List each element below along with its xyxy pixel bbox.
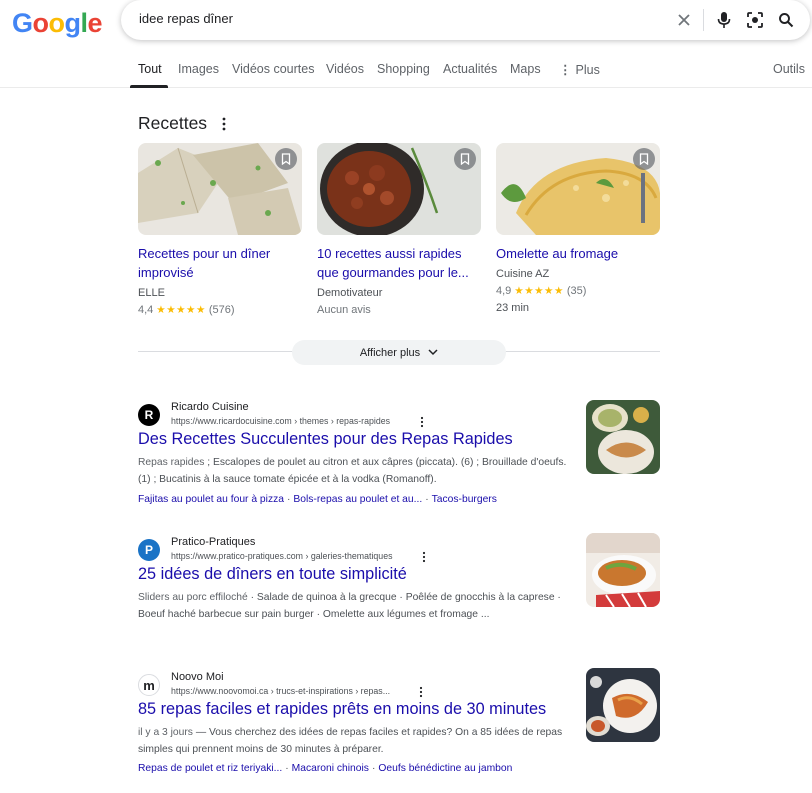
site-url[interactable]: https://www.pratico-pratiques.com › gale… <box>171 551 392 561</box>
more-vert-icon: ⋮ <box>559 63 572 77</box>
bookmark-icon[interactable] <box>275 148 297 170</box>
recipe-rating: 4,9 ★★★★★ (35) <box>496 285 660 297</box>
recipe-title[interactable]: Omelette au fromage <box>496 244 660 263</box>
lens-camera-icon[interactable] <box>743 8 767 32</box>
tab-outils[interactable]: Outils <box>773 62 805 76</box>
result-snippet: Repas rapides ; Escalopes de poulet au c… <box>138 454 570 488</box>
sitelink[interactable]: Oeufs bénédictine au jambon <box>378 763 512 774</box>
tab-maps[interactable]: Maps <box>510 62 541 76</box>
result-snippet: Sliders au porc effiloché · Salade de qu… <box>138 589 570 623</box>
rating-stars: ★★★★★ <box>514 285 564 297</box>
snippet-highlight: Sliders au porc effiloché <box>138 592 248 603</box>
show-more-label: Afficher plus <box>359 346 421 359</box>
snippet-highlight: il y a 3 jours <box>138 727 193 738</box>
sitelink[interactable]: Bols-repas au poulet et au... <box>293 494 422 505</box>
microphone-icon[interactable] <box>712 8 736 32</box>
site-url[interactable]: https://www.noovomoi.ca › trucs-et-inspi… <box>171 686 390 696</box>
recipe-image-omelette[interactable] <box>496 143 660 235</box>
site-name[interactable]: Noovo Moi <box>171 671 224 683</box>
more-options-icon[interactable] <box>418 415 426 428</box>
sitelink-separator: · <box>286 494 291 505</box>
recipe-source: Demotivateur <box>317 287 383 299</box>
recipes-heading: Recettes <box>138 113 208 133</box>
search-icon[interactable] <box>774 8 798 32</box>
favicon-letter: m <box>143 677 155 693</box>
result-thumbnail[interactable] <box>586 668 660 742</box>
result-title-link[interactable]: 25 idées de dîners en toute simplicité <box>138 565 407 584</box>
recipe-card[interactable]: 10 recettes aussi rapides que gourmandes… <box>317 143 481 316</box>
tab-plus[interactable]: ⋮ Plus <box>559 62 600 77</box>
active-tab-indicator <box>130 85 168 88</box>
rating-value: 4,9 <box>496 285 512 297</box>
bookmark-icon[interactable] <box>633 148 655 170</box>
favicon-letter: P <box>144 543 153 557</box>
search-tabs: Tout Images Vidéos courtes Vidéos Shoppi… <box>0 56 812 88</box>
chevron-down-icon <box>428 349 438 356</box>
recipe-source: ELLE <box>138 287 165 299</box>
recipes-more-options-icon[interactable] <box>218 115 230 133</box>
snippet-text: — Vous cherchez des idées de repas facil… <box>138 727 563 755</box>
site-name[interactable]: Pratico-Pratiques <box>171 536 255 548</box>
sitelink[interactable]: Macaroni chinois <box>292 763 369 774</box>
rating-count: (35) <box>566 285 587 297</box>
recipe-source: Cuisine AZ <box>496 268 550 280</box>
site-url[interactable]: https://www.ricardocuisine.com › themes … <box>171 416 390 426</box>
result-sitelinks: Repas de poulet et riz teriyaki... · Macar… <box>138 763 578 774</box>
tab-tout[interactable]: Tout <box>138 62 162 76</box>
sitelink[interactable]: Fajitas au poulet au four à pizza <box>138 494 284 505</box>
sitelink[interactable]: Repas de poulet et riz teriyaki... <box>138 763 282 774</box>
search-input[interactable] <box>139 11 659 26</box>
recipe-card[interactable]: Omelette au fromage Cuisine AZ 4,9 ★★★★★… <box>496 143 660 314</box>
sitelink-separator: · <box>425 494 429 505</box>
rating-value: Aucun avis <box>317 304 371 316</box>
tab-plus-label: Plus <box>575 63 600 77</box>
tab-actualites[interactable]: Actualités <box>443 62 497 76</box>
result-thumbnail[interactable] <box>586 400 660 474</box>
result-title-link[interactable]: Des Recettes Succulentes pour des Repas … <box>138 430 513 449</box>
rating-value: 4,4 <box>138 304 154 316</box>
result-title-link[interactable]: 85 repas faciles et rapides prêts en moi… <box>138 700 546 719</box>
site-name[interactable]: Ricardo Cuisine <box>171 401 249 413</box>
recipe-rating: 4,4 ★★★★★ (576) <box>138 304 302 316</box>
tab-videos[interactable]: Vidéos <box>326 62 364 76</box>
more-options-icon[interactable] <box>417 685 425 698</box>
tab-videos-courtes[interactable]: Vidéos courtes <box>232 62 314 76</box>
show-more-button[interactable]: Afficher plus <box>292 340 506 365</box>
recipe-image-flatbread[interactable] <box>138 143 302 235</box>
more-options-icon[interactable] <box>420 550 428 563</box>
recipe-image-stew[interactable] <box>317 143 481 235</box>
recipe-rating: Aucun avis <box>317 304 481 316</box>
sitelink-separator: · <box>371 763 376 774</box>
recipe-time: 23 min <box>496 302 530 314</box>
rating-stars: ★★★★★ <box>156 304 206 316</box>
snippet-highlight: Repas rapides <box>138 457 205 468</box>
result-snippet: il y a 3 jours — Vous cherchez des idées… <box>138 724 570 758</box>
site-favicon[interactable]: P <box>138 539 160 561</box>
result-sitelinks: Fajitas au poulet au four à pizza · Bols-r… <box>138 494 578 505</box>
tab-shopping[interactable]: Shopping <box>377 62 430 76</box>
result-thumbnail[interactable] <box>586 533 660 607</box>
site-favicon[interactable]: R <box>138 404 160 426</box>
recipe-card[interactable]: Recettes pour un dîner improvisé ELLE 4,… <box>138 143 302 316</box>
clear-icon[interactable] <box>672 8 696 32</box>
bookmark-icon[interactable] <box>454 148 476 170</box>
search-divider <box>703 9 704 31</box>
google-logo[interactable]: Google <box>12 8 103 39</box>
rating-count: (576) <box>208 304 235 316</box>
favicon-letter: R <box>144 408 154 422</box>
sitelink-separator: · <box>285 763 289 774</box>
tab-images[interactable]: Images <box>178 62 219 76</box>
recipe-title[interactable]: 10 recettes aussi rapides que gourmandes… <box>317 244 481 282</box>
recipe-title[interactable]: Recettes pour un dîner improvisé <box>138 244 302 282</box>
search-box <box>121 0 810 40</box>
sitelink[interactable]: Tacos-burgers <box>432 494 497 505</box>
site-favicon[interactable]: m <box>138 674 160 696</box>
